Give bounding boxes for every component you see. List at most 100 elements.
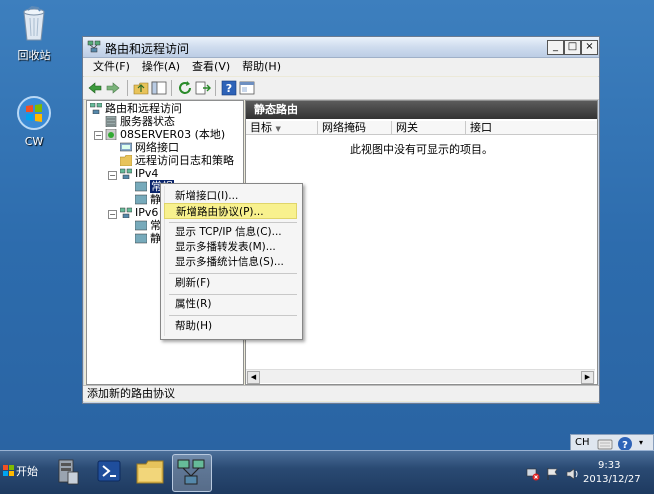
remote-log-icon [120, 155, 132, 166]
menu-item-tcpip-info[interactable]: 显示 TCP/IP 信息(C)... [164, 224, 297, 240]
toolbar-separator [171, 80, 172, 96]
column-header-interface[interactable]: 接口 [466, 121, 597, 135]
up-folder-icon[interactable] [133, 80, 149, 96]
console-icon[interactable] [239, 80, 255, 96]
tree-node-ipv4[interactable]: IPv4 [120, 167, 158, 181]
language-indicator[interactable]: CH [575, 437, 590, 448]
column-header-target[interactable]: 目标 ▼ [246, 121, 318, 135]
column-label: 目标 [250, 121, 272, 134]
title-bar[interactable]: 路由和远程访问 _ □ × [83, 37, 599, 58]
menu-item-refresh[interactable]: 刷新(F) [164, 275, 297, 291]
menu-view[interactable]: 查看(V) [186, 58, 236, 76]
tree-node-server[interactable]: 08SERVER03 (本地) [105, 128, 225, 142]
menu-separator [169, 273, 297, 274]
svg-text:?: ? [226, 82, 232, 95]
ipv4-icon [120, 168, 132, 179]
taskbar-explorer[interactable] [131, 454, 169, 490]
taskbar-powershell[interactable] [90, 454, 128, 490]
minimize-button[interactable]: _ [547, 40, 564, 55]
empty-message: 此视图中没有可显示的项目。 [350, 143, 493, 156]
menu-item-properties[interactable]: 属性(R) [164, 296, 297, 312]
clock-date[interactable]: 2013/12/27 [583, 474, 641, 485]
windows-orb-icon [17, 96, 51, 130]
keyboard-icon[interactable] [597, 437, 613, 451]
tree-label: IPv6 [135, 206, 159, 219]
recycle-bin-icon [23, 5, 45, 41]
menu-item-help[interactable]: 帮助(H) [164, 318, 297, 334]
help-icon[interactable]: ? [221, 80, 237, 96]
routing-root-icon [90, 103, 102, 114]
general-icon [135, 181, 147, 192]
menu-item-multicast-forwarding[interactable]: 显示多播转发表(M)... [164, 239, 297, 255]
scroll-right-icon[interactable]: ▶ [581, 371, 594, 384]
tree-node-root[interactable]: 路由和远程访问 [90, 102, 182, 116]
status-bar: 添加新的路由协议 [83, 385, 599, 401]
tree-node-ipv6-static[interactable]: 静 [135, 232, 161, 246]
desktop-icon-recycle-bin[interactable]: 回收站 [4, 5, 64, 63]
collapse-toggle[interactable]: − [94, 131, 103, 140]
taskbar-routing[interactable] [172, 454, 212, 492]
flag-icon[interactable] [546, 467, 560, 481]
menu-item-new-interface[interactable]: 新增接口(I)... [164, 188, 297, 204]
windows-logo-icon [3, 465, 14, 476]
taskbar-server-manager[interactable] [48, 454, 86, 490]
routing-app-icon [87, 40, 101, 53]
collapse-toggle[interactable]: − [108, 171, 117, 180]
refresh-icon[interactable] [177, 80, 193, 96]
tree-node-network-interfaces[interactable]: 网络接口 [120, 141, 179, 155]
folder-icon [136, 460, 164, 484]
back-arrow-icon[interactable] [87, 80, 103, 96]
static-routes-icon [135, 194, 147, 205]
forward-arrow-icon[interactable] [105, 80, 121, 96]
tree-label: 路由和远程访问 [105, 102, 182, 115]
context-menu: 新增接口(I)... 新增路由协议(P)... 显示 TCP/IP 信息(C).… [160, 183, 303, 340]
horizontal-scrollbar[interactable]: ◀ ▶ [246, 369, 595, 384]
column-header-netmask[interactable]: 网络掩码 [318, 121, 392, 135]
tree-node-ipv6[interactable]: IPv6 [120, 206, 158, 220]
toolbar-separator [127, 80, 128, 96]
menu-separator [169, 315, 297, 316]
desktop-icon-label: 回收站 [17, 49, 51, 62]
powershell-icon [97, 460, 121, 482]
column-header-gateway[interactable]: 网关 [392, 121, 466, 135]
start-label: 开始 [16, 465, 38, 478]
tree-label: 网络接口 [135, 141, 179, 154]
menu-file[interactable]: 文件(F) [87, 58, 136, 76]
toolbar: ? [83, 77, 599, 100]
tree-node-remote-log[interactable]: 远程访问日志和策略 [120, 154, 234, 168]
menu-action[interactable]: 操作(A) [136, 58, 186, 76]
export-list-icon[interactable] [195, 80, 211, 96]
menu-separator [169, 222, 297, 223]
network-interfaces-icon [120, 142, 132, 152]
options-arrow-icon[interactable]: ▾ [639, 438, 643, 447]
tree-label: 远程访问日志和策略 [135, 154, 234, 167]
details-header: 静态路由 [246, 101, 597, 119]
menu-help[interactable]: 帮助(H) [236, 58, 287, 76]
system-tray: 9:33 2013/12/27 [520, 454, 652, 492]
static-routes-icon [135, 233, 147, 244]
desktop-icon-cw[interactable]: CW [4, 96, 64, 148]
taskbar: 开始 9:33 2013/12/27 [0, 450, 654, 494]
network-status-icon[interactable] [526, 467, 540, 481]
tree-node-server-status[interactable]: 服务器状态 [105, 115, 175, 129]
show-hide-tree-icon[interactable] [151, 80, 167, 96]
tree-node-ipv4-static[interactable]: 静 [135, 193, 161, 207]
sort-arrow-icon: ▼ [275, 125, 281, 133]
close-button[interactable]: × [581, 40, 598, 55]
server-icon [105, 129, 117, 140]
maximize-button[interactable]: □ [564, 40, 581, 55]
server-status-icon [105, 116, 117, 127]
toolbar-separator [215, 80, 216, 96]
menu-item-new-routing-protocol[interactable]: 新增路由协议(P)... [164, 203, 297, 219]
menu-bar: 文件(F) 操作(A) 查看(V) 帮助(H) [83, 58, 599, 76]
collapse-toggle[interactable]: − [108, 210, 117, 219]
tree-node-ipv6-general[interactable]: 常 [135, 219, 161, 233]
start-button[interactable]: 开始 [3, 462, 42, 482]
tree-label: 服务器状态 [120, 115, 175, 128]
ipv6-icon [120, 207, 132, 218]
menu-item-multicast-stats[interactable]: 显示多播统计信息(S)... [164, 254, 297, 270]
volume-icon[interactable] [566, 467, 580, 481]
general-icon [135, 220, 147, 231]
scroll-left-icon[interactable]: ◀ [247, 371, 260, 384]
clock-time[interactable]: 9:33 [598, 460, 620, 471]
